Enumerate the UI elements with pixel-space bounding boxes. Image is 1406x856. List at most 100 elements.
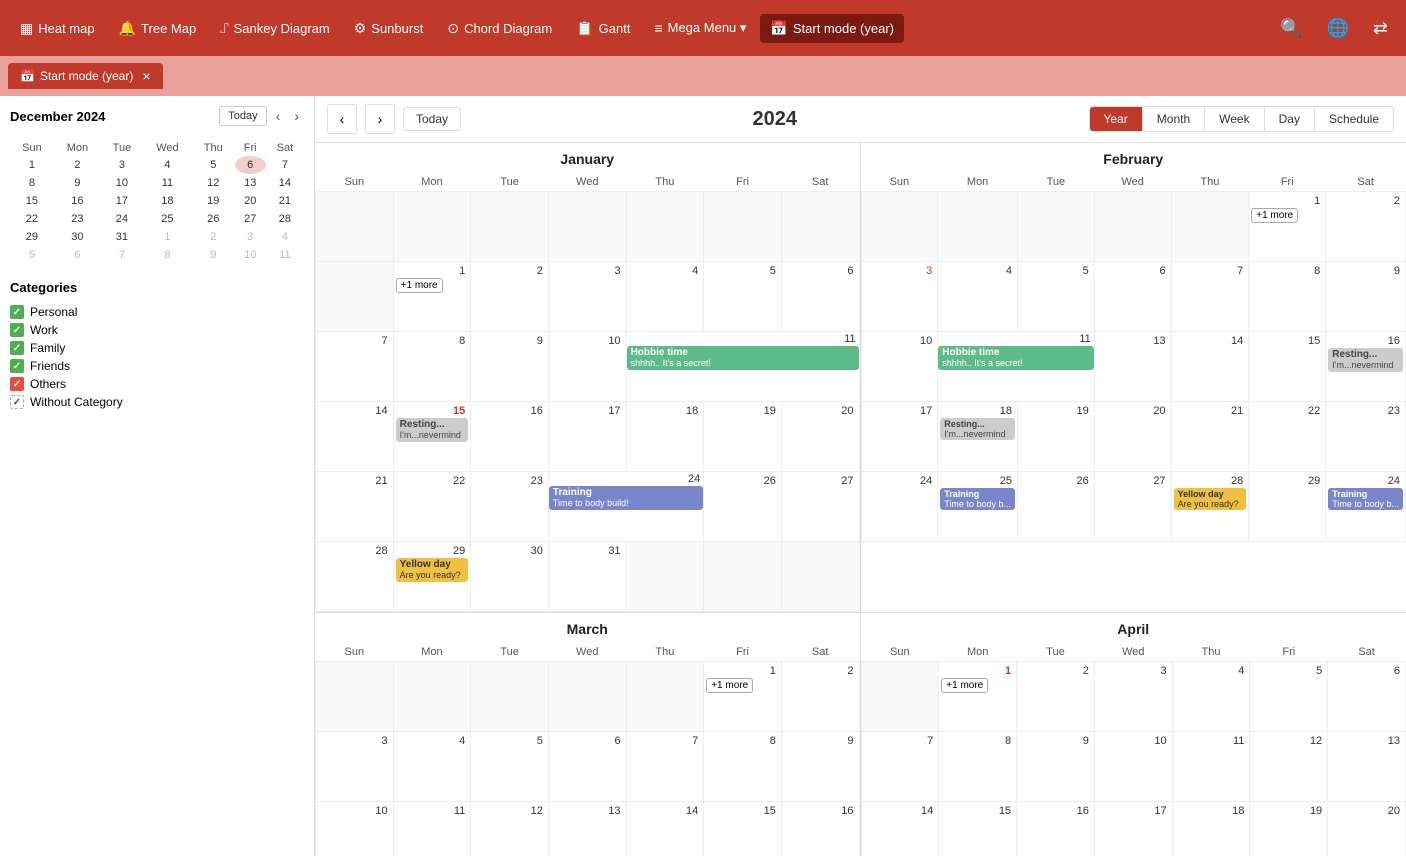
- view-year-button[interactable]: Year: [1090, 107, 1143, 131]
- mini-cal-cell[interactable]: 4: [143, 156, 192, 174]
- mar-8[interactable]: 8: [704, 732, 782, 802]
- mini-prev-button[interactable]: ‹: [271, 106, 286, 126]
- mini-cal-cell[interactable]: 3: [235, 228, 266, 246]
- mini-cal-cell[interactable]: 11: [143, 174, 192, 192]
- jan-cell[interactable]: [471, 192, 549, 262]
- jan-cell[interactable]: [316, 192, 394, 262]
- feb-8[interactable]: 8: [1249, 262, 1326, 332]
- event-hobbie[interactable]: Hobbie timeshhhh.. It's a secret!: [627, 346, 859, 370]
- jan-2[interactable]: 2: [471, 262, 549, 332]
- jan-cell[interactable]: [704, 192, 782, 262]
- mini-cal-cell[interactable]: 25: [143, 210, 192, 228]
- mini-cal-cell[interactable]: 30: [54, 228, 101, 246]
- apr-8[interactable]: 8: [939, 732, 1017, 802]
- mar-5[interactable]: 5: [471, 732, 549, 802]
- mini-cal-cell[interactable]: 29: [10, 228, 54, 246]
- apr-3[interactable]: 3: [1094, 662, 1172, 732]
- mini-cal-cell[interactable]: 22: [10, 210, 54, 228]
- tab-close-button[interactable]: ×: [142, 68, 150, 84]
- jan-23[interactable]: 23: [471, 472, 549, 542]
- category-checkbox[interactable]: ✓: [10, 323, 24, 337]
- feb-28[interactable]: 28 Yellow dayAre you ready?: [1171, 472, 1249, 542]
- tab-startmode[interactable]: 📅 Start mode (year) ×: [8, 63, 163, 89]
- apr-11[interactable]: 11: [1172, 732, 1250, 802]
- feb-27[interactable]: 27: [1094, 472, 1171, 542]
- mini-cal-cell[interactable]: 26: [192, 210, 235, 228]
- apr-10[interactable]: 10: [1094, 732, 1172, 802]
- jan-17[interactable]: 17: [548, 402, 626, 472]
- nav-startmode[interactable]: 📅 Start mode (year): [760, 14, 904, 43]
- feb-3[interactable]: 3: [861, 262, 938, 332]
- mini-cal-cell[interactable]: 10: [101, 174, 143, 192]
- category-item[interactable]: ✓Work: [10, 321, 304, 339]
- event-more[interactable]: +1 more: [396, 278, 443, 293]
- mar-cell[interactable]: [626, 662, 704, 732]
- jan-8[interactable]: 8: [393, 332, 471, 402]
- mini-cal-cell[interactable]: 7: [101, 246, 143, 264]
- mini-cal-cell[interactable]: 24: [101, 210, 143, 228]
- apr-6[interactable]: 6: [1328, 662, 1406, 732]
- mar-9[interactable]: 9: [781, 732, 859, 802]
- mar-13[interactable]: 13: [548, 802, 626, 856]
- mar-2[interactable]: 2: [781, 662, 859, 732]
- jan-18[interactable]: 18: [626, 402, 704, 472]
- category-item[interactable]: ✓Without Category: [10, 393, 304, 411]
- feb-29[interactable]: 29: [1249, 472, 1326, 542]
- feb-11[interactable]: 11 Hobbie timeshhhh.. It's a secret!: [938, 332, 1094, 402]
- mini-cal-cell[interactable]: 1: [10, 156, 54, 174]
- feb-cell[interactable]: [1171, 192, 1249, 262]
- mar-cell[interactable]: [393, 662, 471, 732]
- jan-22[interactable]: 22: [393, 472, 471, 542]
- event-training[interactable]: TrainingTime to body build!: [549, 486, 703, 510]
- apr-16[interactable]: 16: [1017, 802, 1095, 856]
- mini-cal-cell[interactable]: 21: [266, 192, 304, 210]
- jan-cell[interactable]: [626, 192, 704, 262]
- cal-prev-button[interactable]: ‹: [327, 104, 357, 134]
- jan-cell[interactable]: [548, 192, 626, 262]
- view-week-button[interactable]: Week: [1205, 107, 1264, 131]
- jan-16[interactable]: 16: [471, 402, 549, 472]
- mar-15[interactable]: 15: [704, 802, 782, 856]
- category-item[interactable]: ✓Friends: [10, 357, 304, 375]
- mini-cal-cell[interactable]: 27: [235, 210, 266, 228]
- jan-26[interactable]: 26: [704, 472, 782, 542]
- nav-sunburst[interactable]: ⚙ Sunburst: [344, 14, 434, 43]
- jan-29[interactable]: 29 Yellow dayAre you ready?: [393, 542, 471, 612]
- feb-9[interactable]: 9: [1326, 262, 1406, 332]
- feb-cell[interactable]: [1094, 192, 1171, 262]
- mini-cal-cell[interactable]: 8: [10, 174, 54, 192]
- mar-cell[interactable]: [316, 662, 394, 732]
- feb-17[interactable]: 17: [861, 402, 938, 472]
- jan-21[interactable]: 21: [316, 472, 394, 542]
- apr-2[interactable]: 2: [1017, 662, 1095, 732]
- jan-4[interactable]: 4: [626, 262, 704, 332]
- feb-24-sat[interactable]: 24 TrainingTime to body b...: [1326, 472, 1406, 542]
- mar-6[interactable]: 6: [548, 732, 626, 802]
- jan-5[interactable]: 5: [704, 262, 782, 332]
- event-more[interactable]: +1 more: [941, 678, 988, 693]
- mini-cal-cell[interactable]: 23: [54, 210, 101, 228]
- feb-cell[interactable]: [938, 192, 1018, 262]
- apr-1[interactable]: 1 +1 more: [939, 662, 1017, 732]
- feb-21[interactable]: 21: [1171, 402, 1249, 472]
- feb-16[interactable]: 16 Resting...I'm...nevermind: [1326, 332, 1406, 402]
- nav-heatmap[interactable]: ▦ Heat map: [10, 14, 105, 43]
- mini-cal-cell[interactable]: 5: [10, 246, 54, 264]
- mar-3[interactable]: 3: [316, 732, 394, 802]
- mini-cal-cell[interactable]: 16: [54, 192, 101, 210]
- mini-cal-cell[interactable]: 20: [235, 192, 266, 210]
- mini-cal-cell[interactable]: 1: [143, 228, 192, 246]
- mar-4[interactable]: 4: [393, 732, 471, 802]
- jan-9[interactable]: 9: [471, 332, 549, 402]
- jan-15[interactable]: 15 Resting...I'm...nevermind: [393, 402, 471, 472]
- mini-cal-cell[interactable]: 4: [266, 228, 304, 246]
- category-item[interactable]: ✓Personal: [10, 303, 304, 321]
- mar-12[interactable]: 12: [471, 802, 549, 856]
- event-resting2[interactable]: Resting...I'm...nevermind: [1328, 348, 1403, 372]
- mar-cell[interactable]: [548, 662, 626, 732]
- apr-13[interactable]: 13: [1328, 732, 1406, 802]
- category-checkbox[interactable]: ✓: [10, 359, 24, 373]
- mini-cal-cell[interactable]: 3: [101, 156, 143, 174]
- nav-sankey[interactable]: ⑀ Sankey Diagram: [210, 14, 340, 42]
- apr-20[interactable]: 20: [1328, 802, 1406, 856]
